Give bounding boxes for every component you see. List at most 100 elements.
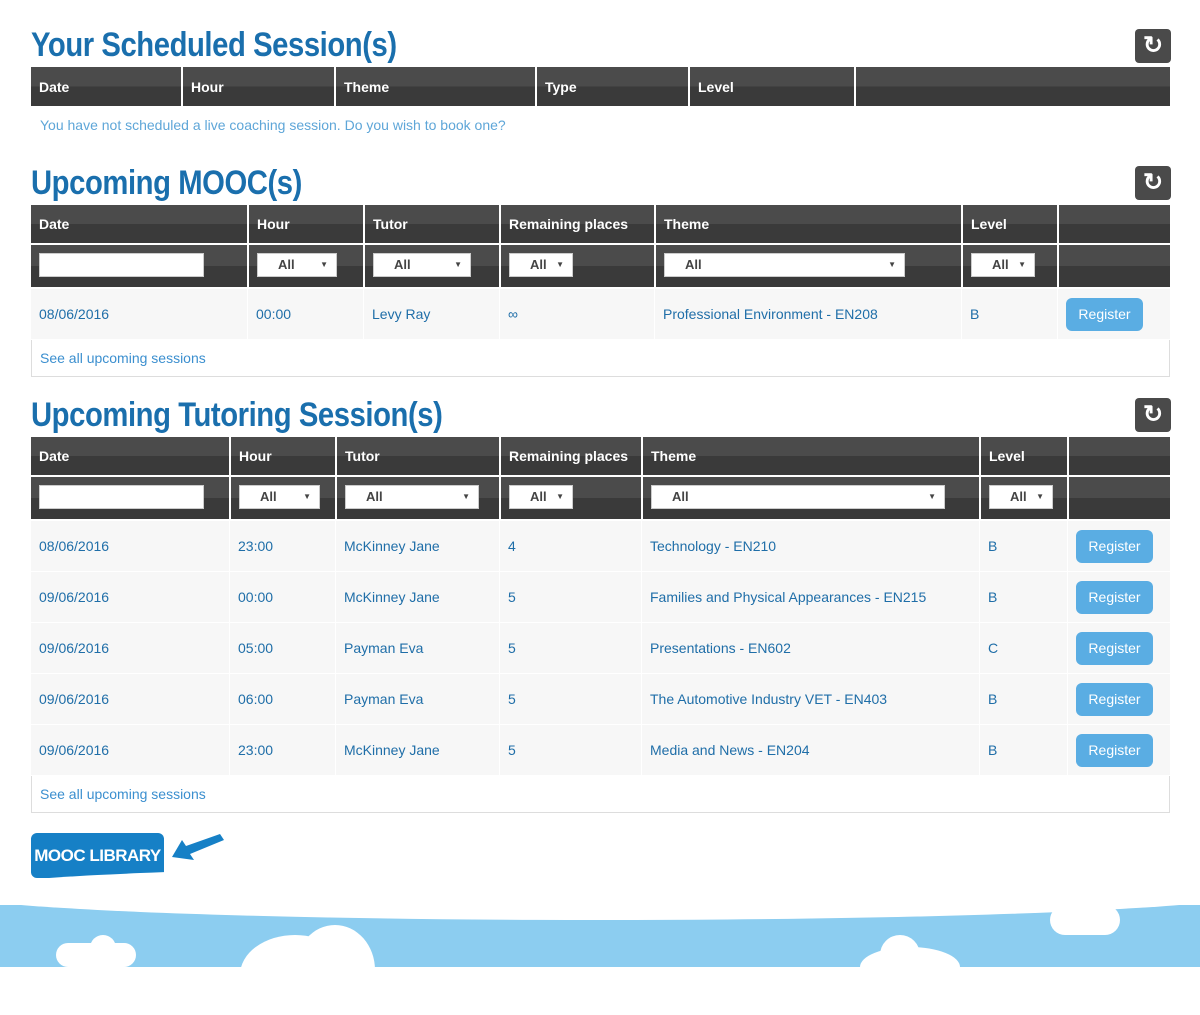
filter-select[interactable]: All <box>509 485 573 509</box>
register-button[interactable]: Register <box>1076 733 1153 767</box>
table-cell: B <box>979 674 1067 724</box>
column-header: Level <box>688 67 854 106</box>
table-cell: 23:00 <box>229 725 335 775</box>
table-cell: B <box>961 289 1057 339</box>
table-row: 09/06/2016 00:00 McKinney Jane 5 Families an… <box>31 572 1170 623</box>
table-cell: B <box>979 521 1067 571</box>
filter-select[interactable]: All <box>239 485 320 509</box>
table-cell: 23:00 <box>229 521 335 571</box>
scheduled-title: Your Scheduled Session(s) <box>31 26 397 64</box>
filter-cell: All <box>499 477 641 519</box>
column-header: Level <box>961 205 1057 243</box>
column-header: Tutor <box>335 437 499 475</box>
filter-select[interactable]: All <box>509 253 573 277</box>
column-header: Date <box>39 78 70 95</box>
table-cell: B <box>979 572 1067 622</box>
table-cell: Register <box>1067 521 1170 571</box>
scheduled-refresh-button[interactable]: ↻ <box>1135 29 1171 63</box>
date-filter-input[interactable] <box>39 253 204 277</box>
table-cell: McKinney Jane <box>335 521 499 571</box>
table-cell: Levy Ray <box>363 289 499 339</box>
column-header: Theme <box>334 67 535 106</box>
filter-select[interactable]: All <box>345 485 479 509</box>
see-all-link[interactable]: See all upcoming sessions <box>31 340 1170 377</box>
table-cell: 09/06/2016 <box>39 589 110 605</box>
filter-cell: All <box>499 245 654 287</box>
table-cell: ∞ <box>499 289 654 339</box>
table-cell: B <box>979 725 1067 775</box>
column-header <box>1067 437 1170 475</box>
date-filter-input[interactable] <box>39 485 204 509</box>
table-cell: C <box>979 623 1067 673</box>
table-cell: Register <box>1067 725 1170 775</box>
table-row: 09/06/2016 23:00 McKinney Jane 5 Media and N… <box>31 725 1170 776</box>
table-header: Date Hour Tutor Remaining places Theme Level <box>31 437 1170 475</box>
filter-select[interactable]: All <box>373 253 471 277</box>
refresh-icon: ↻ <box>1142 401 1164 428</box>
tutoring-refresh-button[interactable]: ↻ <box>1135 398 1171 432</box>
table-cell: 06:00 <box>229 674 335 724</box>
filter-select[interactable]: All <box>971 253 1035 277</box>
table-row: 08/06/2016 23:00 McKinney Jane 4 Technology … <box>31 521 1170 572</box>
filter-select[interactable]: All <box>651 485 945 509</box>
table-cell: Families and Physical Appearances - EN21… <box>641 572 979 622</box>
table-cell: 05:00 <box>229 623 335 673</box>
sky-footer <box>0 865 1200 1015</box>
filter-cell: All <box>641 477 979 519</box>
column-header: Remaining places <box>499 437 641 475</box>
table-cell: 08/06/2016 <box>39 306 110 322</box>
filter-cell: All <box>979 477 1067 519</box>
table-cell: Technology - EN210 <box>641 521 979 571</box>
filter-select[interactable]: All <box>989 485 1053 509</box>
filter-cell: All <box>961 245 1057 287</box>
filter-cell <box>1057 245 1170 287</box>
see-all-link[interactable]: See all upcoming sessions <box>31 776 1170 813</box>
filter-cell: All <box>654 245 961 287</box>
table-header: Date Hour Theme Type Level <box>31 67 1170 106</box>
tutoring-title: Upcoming Tutoring Session(s) <box>31 396 443 434</box>
register-button[interactable]: Register <box>1076 529 1153 563</box>
arrow-icon <box>172 834 224 860</box>
column-header <box>854 67 1170 106</box>
table-row: 09/06/2016 05:00 Payman Eva 5 Presentations … <box>31 623 1170 674</box>
filter-select[interactable]: All <box>257 253 337 277</box>
column-header <box>1057 205 1170 243</box>
column-header: Hour <box>181 67 334 106</box>
table-cell: Register <box>1067 572 1170 622</box>
register-button[interactable]: Register <box>1076 631 1153 665</box>
column-header: Tutor <box>363 205 499 243</box>
filter-cell: All <box>363 245 499 287</box>
column-header: Type <box>535 67 688 106</box>
mooc-library-button[interactable]: MOOC LIBRARY <box>31 833 164 878</box>
table-cell: 5 <box>499 725 641 775</box>
mooc-refresh-button[interactable]: ↻ <box>1135 166 1171 200</box>
table-header: Date Hour Tutor Remaining places Theme Level <box>31 205 1170 243</box>
table-cell: 00:00 <box>229 572 335 622</box>
table-cell: 5 <box>499 572 641 622</box>
filter-select[interactable]: All <box>664 253 905 277</box>
scheduled-empty-message[interactable]: You have not scheduled a live coaching s… <box>40 117 506 133</box>
table-cell: 00:00 <box>247 289 363 339</box>
column-header: Remaining places <box>499 205 654 243</box>
table-cell: 5 <box>499 674 641 724</box>
table-cell: Presentations - EN602 <box>641 623 979 673</box>
register-button[interactable]: Register <box>1066 297 1143 331</box>
refresh-icon: ↻ <box>1142 169 1164 196</box>
register-button[interactable]: Register <box>1076 580 1153 614</box>
table-cell: The Automotive Industry VET - EN403 <box>641 674 979 724</box>
table-cell: McKinney Jane <box>335 725 499 775</box>
table-cell: McKinney Jane <box>335 572 499 622</box>
table-cell: Payman Eva <box>335 674 499 724</box>
table-cell: 09/06/2016 <box>39 640 110 656</box>
table-cell: Media and News - EN204 <box>641 725 979 775</box>
filter-cell: All <box>247 245 363 287</box>
filter-row: All All All All All <box>31 477 1170 519</box>
table-cell: Register <box>1067 674 1170 724</box>
table-cell: Payman Eva <box>335 623 499 673</box>
filter-cell <box>1067 477 1170 519</box>
register-button[interactable]: Register <box>1076 682 1153 716</box>
column-header: Level <box>979 437 1067 475</box>
filter-row: All All All All All <box>31 245 1170 287</box>
table-cell: 09/06/2016 <box>39 691 110 707</box>
column-header: Theme <box>641 437 979 475</box>
